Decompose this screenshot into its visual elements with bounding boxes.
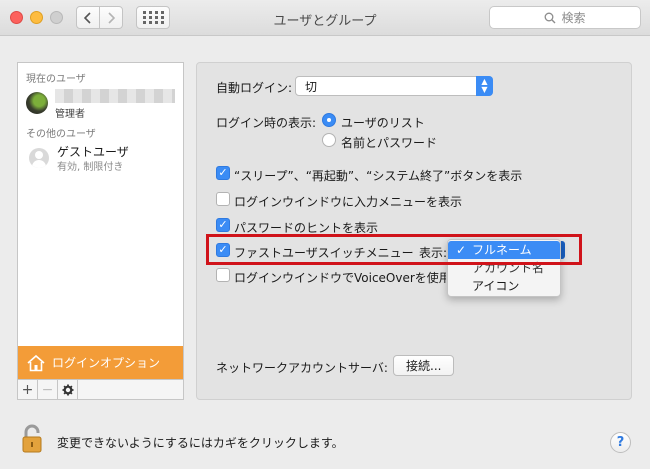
display-label: 表示:	[419, 246, 448, 260]
popup-arrows-icon: ▲ ▼	[476, 76, 493, 96]
house-icon	[27, 354, 45, 371]
login-options-label: ログインオプション	[52, 356, 161, 370]
login-display-label: ログイン時の表示:	[216, 116, 317, 130]
user-role: 管理者	[55, 109, 85, 120]
remove-user-button[interactable]: −	[38, 380, 58, 399]
lock-message: 変更できないようにするにはカギをクリックします。	[57, 436, 344, 450]
display-popup-edge	[561, 241, 565, 259]
current-user-section-label: 現在のユーザ	[26, 74, 86, 85]
search-field[interactable]: 検索	[489, 6, 641, 29]
display-dropdown-menu[interactable]: ✓ フルネーム アカウント名 アイコン	[447, 239, 561, 297]
connect-button[interactable]: 接続...	[393, 355, 455, 376]
other-users-section-label: その他のユーザ	[26, 129, 96, 140]
menu-item-icon[interactable]: アイコン	[448, 277, 560, 295]
radio-user-list-label: ユーザのリスト	[341, 116, 425, 130]
checkbox-input-menu-label: ログインウインドウに入力メニューを表示	[234, 195, 463, 209]
auto-login-popup[interactable]: 切 ▲ ▼	[295, 76, 493, 96]
menu-item-account-name[interactable]: アカウント名	[448, 259, 560, 277]
lock-icon[interactable]	[22, 424, 46, 454]
guest-avatar-icon	[29, 148, 49, 168]
checkbox-password-hint-label: パスワードのヒントを表示	[234, 221, 379, 235]
menu-item-icon-label: アイコン	[472, 279, 520, 293]
user-avatar	[26, 92, 48, 114]
auto-login-value: 切	[305, 79, 318, 94]
checkmark-icon: ✓	[456, 243, 467, 257]
title-bar: ユーザとグループ 検索	[0, 0, 650, 36]
user-list: 現在のユーザ 管理者 その他のユーザ ゲストユーザ 有効, 制限付き ログインオ…	[17, 62, 184, 380]
radio-name-password-label: 名前とパスワード	[341, 136, 438, 150]
gear-menu-button[interactable]	[58, 380, 78, 399]
radio-name-password[interactable]	[322, 133, 336, 147]
guest-user-status: 有効, 制限付き	[57, 162, 124, 173]
user-list-toolbar: + −	[17, 380, 184, 400]
menu-item-account-name-label: アカウント名	[472, 261, 545, 275]
radio-user-list[interactable]	[322, 113, 336, 127]
checkbox-voiceover[interactable]	[216, 268, 230, 282]
help-button[interactable]: ?	[610, 432, 631, 453]
checkbox-fast-user-switch[interactable]: ✓	[216, 243, 230, 257]
login-options-item[interactable]: ログインオプション	[18, 346, 183, 379]
checkbox-sleep-restart[interactable]: ✓	[216, 166, 230, 180]
auto-login-label: 自動ログイン:	[216, 81, 293, 95]
add-user-button[interactable]: +	[18, 380, 38, 399]
checkbox-password-hint[interactable]: ✓	[216, 218, 230, 232]
checkbox-sleep-restart-label: “スリープ”、“再起動”、“システム終了”ボタンを表示	[234, 169, 523, 183]
checkbox-voiceover-label: ログインウインドウでVoiceOverを使用	[234, 271, 446, 285]
checkbox-input-menu[interactable]	[216, 192, 230, 206]
menu-item-full-name[interactable]: ✓ フルネーム	[448, 241, 560, 259]
search-placeholder: 検索	[561, 11, 586, 25]
gear-icon	[62, 384, 73, 395]
menu-item-full-name-label: フルネーム	[472, 243, 532, 257]
search-icon	[545, 12, 556, 23]
user-name-redacted	[55, 89, 175, 103]
checkbox-fast-user-switch-label: ファストユーザスイッチメニュー	[234, 246, 414, 260]
network-server-label: ネットワークアカウントサーバ:	[216, 361, 388, 375]
